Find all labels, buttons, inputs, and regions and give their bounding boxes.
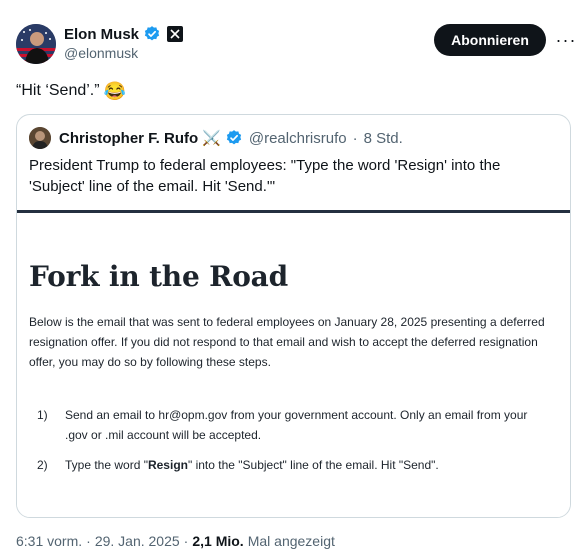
quoted-author-avatar[interactable] <box>29 127 51 149</box>
step-text: Type the word "Resign" into the "Subject… <box>65 455 545 475</box>
quoted-timestamp[interactable]: 8 Std. <box>364 130 403 147</box>
x-logo-icon <box>167 26 184 42</box>
tweet-text: “Hit ‘Send’.” 😂 <box>16 80 126 102</box>
quoted-verified-badge-icon <box>225 129 243 147</box>
quoted-tweet[interactable]: Christopher F. Rufo ⚔️ @realchrisrufo · … <box>16 114 571 518</box>
document-title: Fork in the Road <box>29 260 288 293</box>
author-handle[interactable]: @elonmusk <box>64 45 138 61</box>
step-text: Send an email to hr@opm.gov from your go… <box>65 408 528 442</box>
document-intro: Below is the email that was sent to fede… <box>29 315 545 369</box>
verified-badge-icon <box>143 25 161 43</box>
author-name[interactable]: Elon Musk <box>64 26 139 43</box>
document-step-2: 2) Type the word "Resign" into the "Subj… <box>29 455 545 475</box>
quoted-document-image[interactable]: Fork in the Road Below is the email that… <box>17 210 570 517</box>
views-label: Mal angezeigt <box>247 533 335 549</box>
quoted-author-handle[interactable]: @realchrisrufo <box>249 130 347 147</box>
quoted-tweet-text: President Trump to federal employees: "T… <box>29 157 501 195</box>
follow-button[interactable]: Abonnieren <box>434 24 546 56</box>
author-avatar[interactable] <box>16 24 56 64</box>
tweet-header: Elon Musk @elonmusk Abonnieren ··· <box>16 22 576 66</box>
crossed-swords-icon: ⚔️ <box>202 130 221 147</box>
tweet-footer: 6:31 vorm. · 29. Jan. 2025 · 2,1 Mio. Ma… <box>16 533 335 549</box>
tweet-text-body: “Hit ‘Send’.” <box>16 82 100 99</box>
document-top-rule <box>17 210 570 213</box>
footer-separator: · <box>86 533 91 549</box>
post-date[interactable]: 29. Jan. 2025 <box>95 533 180 549</box>
step-text-pre: Type the word " <box>65 458 148 472</box>
views-count: 2,1 Mio. <box>192 533 244 549</box>
quoted-author-name[interactable]: Christopher F. Rufo <box>59 130 198 147</box>
meta-separator: · <box>352 129 358 147</box>
more-options-icon[interactable]: ··· <box>554 26 578 54</box>
step-text-bold: Resign <box>147 458 188 472</box>
footer-separator: · <box>183 533 189 549</box>
step-number: 2) <box>37 458 48 472</box>
post-time[interactable]: 6:31 vorm. <box>16 533 82 549</box>
step-text-post: " into the "Subject" line of the email. … <box>187 458 439 472</box>
document-step-1: 1) Send an email to hr@opm.gov from your… <box>29 405 545 445</box>
quoted-tweet-header: Christopher F. Rufo ⚔️ @realchrisrufo · … <box>29 127 403 149</box>
author-name-row[interactable]: Elon Musk <box>64 25 184 43</box>
laughing-emoji-icon: 😂 <box>103 81 126 101</box>
step-number: 1) <box>37 408 48 422</box>
